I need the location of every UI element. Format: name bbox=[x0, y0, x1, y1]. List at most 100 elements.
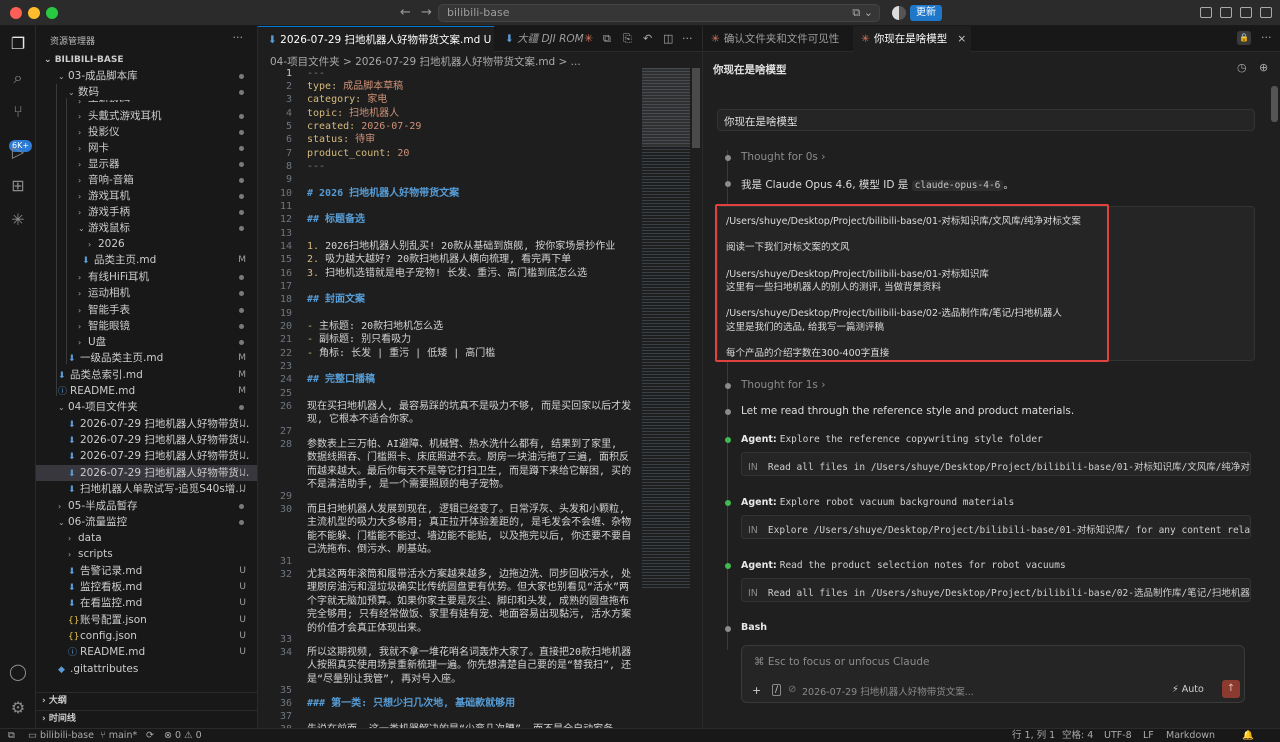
code-line[interactable]: ## 完整口播稿 bbox=[307, 373, 633, 386]
tab-chat-model[interactable]: ✳ 你现在是啥模型 × bbox=[853, 26, 971, 52]
breadcrumb[interactable]: 04-项目文件夹 > 2026-07-29 扫地机器人好物带货文案.md > .… bbox=[270, 54, 581, 69]
agent-tool-call[interactable]: IN Explore /Users/shuye/Desktop/Project/b… bbox=[741, 515, 1251, 539]
tab-current-file[interactable]: ⬇ 2026-07-29 扫地机器人好物带货文案.md U × bbox=[258, 26, 494, 52]
tree-folder[interactable]: › 智能眼镜 bbox=[36, 318, 257, 334]
claude-icon[interactable]: ✳ bbox=[8, 210, 28, 230]
tree-file[interactable]: ⬇ 2026-07-29 扫地机器人好物带货文... U bbox=[36, 448, 257, 464]
code-line[interactable]: type: 成品脚本草稿 bbox=[307, 80, 633, 93]
hide-file-icon[interactable]: ⊘ bbox=[788, 684, 796, 695]
update-button[interactable]: 更新 bbox=[910, 5, 942, 21]
tree-folder[interactable]: › 网卡 bbox=[36, 140, 257, 156]
code-line[interactable]: product_count: 20 bbox=[307, 147, 633, 160]
tree-file[interactable]: {}config.json U bbox=[36, 628, 257, 644]
explorer-icon[interactable]: ❐ bbox=[8, 34, 28, 54]
agent-tool-call[interactable]: IN Read all files in /Users/shuye/Desktop… bbox=[741, 452, 1251, 476]
permission-mode-toggle[interactable]: ⚡ Auto bbox=[1172, 684, 1204, 695]
close-icon[interactable]: × bbox=[957, 33, 966, 45]
more-actions-icon[interactable]: ··· bbox=[1261, 31, 1272, 44]
outline-section[interactable]: › 大纲 bbox=[36, 692, 257, 708]
code-line[interactable]: - 主标题: 20款扫地机怎么选 bbox=[307, 320, 633, 333]
tree-file[interactable]: ⓘ README.md U bbox=[36, 644, 257, 660]
go-back-icon[interactable]: ↶ bbox=[643, 32, 652, 45]
scrollbar-thumb[interactable] bbox=[692, 68, 700, 148]
customize-layout-icon[interactable] bbox=[1260, 7, 1272, 18]
more-actions-icon[interactable]: ··· bbox=[233, 31, 244, 44]
agent-header[interactable]: Agent: Explore robot vacuum background m… bbox=[741, 497, 1014, 508]
tree-file[interactable]: ⬇ 品类主页.md M bbox=[36, 252, 257, 268]
tree-file[interactable]: {}账号配置.json U bbox=[36, 612, 257, 628]
split-editor-icon[interactable]: ◫ bbox=[663, 32, 673, 45]
tab-chat-visibility[interactable]: ✳ 确认文件夹和文件可见性 bbox=[703, 26, 851, 52]
tree-file[interactable]: ⬇ 2026-07-29 扫地机器人好物带货文... U bbox=[36, 432, 257, 448]
editor-scrollbar[interactable] bbox=[692, 68, 700, 688]
tree-folder[interactable]: ⌄ 数码 bbox=[36, 84, 257, 100]
code-line[interactable]: ## 封面文案 bbox=[307, 293, 633, 306]
tree-folder[interactable]: › 05-半成品暂存 bbox=[36, 498, 257, 514]
minimap[interactable] bbox=[642, 68, 690, 588]
chat-input-box[interactable]: ⌘ Esc to focus or unfocus Claude + / ⊘ 2… bbox=[741, 645, 1245, 703]
sync-icon[interactable]: ⟳ bbox=[146, 729, 154, 742]
code-line[interactable]: 所以这期视频, 我就不拿一堆花哨名词轰炸大家了。直接把20款扫地机器人按照真实使… bbox=[307, 646, 633, 686]
encoding[interactable]: UTF-8 bbox=[1104, 729, 1132, 742]
source-control-icon[interactable]: ⑂ bbox=[8, 102, 28, 122]
remote-icon[interactable]: ⧉ bbox=[8, 729, 15, 742]
code-line[interactable]: 1. 2026扫地机器人别乱买! 20款从基础到旗舰, 按你家场景抄作业 bbox=[307, 240, 633, 253]
code-line[interactable]: 3. 扫地机选错就是电子宠物! 长发、重污、高门槛到底怎么选 bbox=[307, 267, 633, 280]
claude-spark-icon[interactable]: ✳ bbox=[584, 32, 593, 45]
tree-folder[interactable]: › 有线HiFi耳机 bbox=[36, 269, 257, 285]
tree-folder[interactable]: ⌄ 06-流量监控 bbox=[36, 514, 257, 530]
agent-header[interactable]: Agent: Explore the reference copywriting… bbox=[741, 434, 1043, 445]
code-line[interactable]: # 2026 扫地机器人好物带货文案 bbox=[307, 187, 633, 200]
tree-file[interactable]: ⬇ 2026-07-29 扫地机器人好物带货文... U bbox=[36, 465, 257, 481]
slash-command-icon[interactable]: / bbox=[772, 684, 782, 696]
tree-folder[interactable]: › 游戏耳机 bbox=[36, 188, 257, 204]
tree-folder[interactable]: › 显示器 bbox=[36, 156, 257, 172]
tree-folder[interactable]: › U盘 bbox=[36, 334, 257, 350]
tree-folder[interactable]: ⌄ 03-成品脚本库 bbox=[36, 68, 257, 84]
tree-folder[interactable]: › 投影仪 bbox=[36, 124, 257, 140]
code-line[interactable]: 而且扫地机器人发展到现在, 逻辑已经变了。日常浮灰、头发和小颗粒, 主流机型的吸… bbox=[307, 503, 633, 557]
notifications-icon[interactable]: 🔔 bbox=[1242, 729, 1254, 742]
tree-folder[interactable]: › 游戏手柄 bbox=[36, 204, 257, 220]
chat-scrollbar-thumb[interactable] bbox=[1271, 86, 1278, 122]
tree-file[interactable]: ⓘ README.md M bbox=[36, 383, 257, 399]
window-close-button[interactable] bbox=[10, 7, 22, 19]
code-line[interactable]: --- bbox=[307, 160, 633, 173]
tree-file[interactable]: ⬇ 2026-07-29 扫地机器人好物带货文... U bbox=[36, 416, 257, 432]
run-debug-icon[interactable]: ▷ bbox=[8, 142, 28, 162]
tree-folder[interactable]: › 头戴式游戏耳机 bbox=[36, 108, 257, 124]
tree-file[interactable]: ⬇ 品类总索引.md M bbox=[36, 367, 257, 383]
back-arrow-icon[interactable]: ← bbox=[400, 5, 411, 20]
forward-arrow-icon[interactable]: → bbox=[421, 5, 432, 20]
git-branch[interactable]: ⑂ main* bbox=[100, 729, 137, 742]
window-minimize-button[interactable] bbox=[28, 7, 40, 19]
accounts-icon[interactable] bbox=[892, 6, 906, 20]
extensions-icon[interactable]: ⊞ bbox=[8, 176, 28, 196]
lock-icon[interactable]: 🔒 bbox=[1237, 31, 1251, 45]
code-line[interactable]: status: 待审 bbox=[307, 133, 633, 146]
repo-name[interactable]: ▭ bilibili-base bbox=[28, 729, 94, 742]
account-icon[interactable]: ◯ bbox=[8, 662, 28, 682]
tab-dji-file[interactable]: ⬇ 大疆 DJI ROM bbox=[495, 26, 585, 52]
search-icon[interactable]: ⌕ bbox=[8, 68, 28, 88]
add-attachment-icon[interactable]: + bbox=[752, 684, 761, 697]
tree-file[interactable]: ⬇ 告警记录.md U bbox=[36, 563, 257, 579]
code-line[interactable]: topic: 扫地机器人 bbox=[307, 107, 633, 120]
toggle-panel-icon[interactable] bbox=[1220, 7, 1232, 18]
tree-folder[interactable]: ⌄ 04-项目文件夹 bbox=[36, 399, 257, 415]
code-line[interactable]: ### 第一类: 只想少扫几次地, 基础款就够用 bbox=[307, 697, 633, 710]
thought-toggle[interactable]: Thought for 0s › bbox=[741, 151, 825, 163]
code-line[interactable]: ## 标题备选 bbox=[307, 213, 633, 226]
indentation[interactable]: 空格: 4 bbox=[1062, 729, 1093, 742]
problems-indicator[interactable]: ⊗ 0 ⚠ 0 bbox=[164, 729, 202, 742]
compare-icon[interactable]: ⧉ bbox=[603, 32, 611, 46]
current-file-context[interactable]: 2026-07-29 扫地机器人好物带货文案... bbox=[802, 684, 974, 698]
tree-folder[interactable]: › 运动相机 bbox=[36, 285, 257, 301]
code-line[interactable]: 尤其这两年滚筒和履带活水方案越来越多, 边拖边洗、同步回收污水, 处理厨房油污和… bbox=[307, 568, 633, 635]
code-line[interactable]: - 副标题: 别只看吸力 bbox=[307, 333, 633, 346]
open-preview-icon[interactable]: ⎘ bbox=[623, 32, 632, 46]
tree-folder[interactable]: › 智能手表 bbox=[36, 302, 257, 318]
window-maximize-button[interactable] bbox=[46, 7, 58, 19]
settings-gear-icon[interactable]: ⚙ bbox=[8, 698, 28, 718]
command-center-search[interactable]: bilibili-base ⧉ ⌄ bbox=[438, 4, 880, 22]
